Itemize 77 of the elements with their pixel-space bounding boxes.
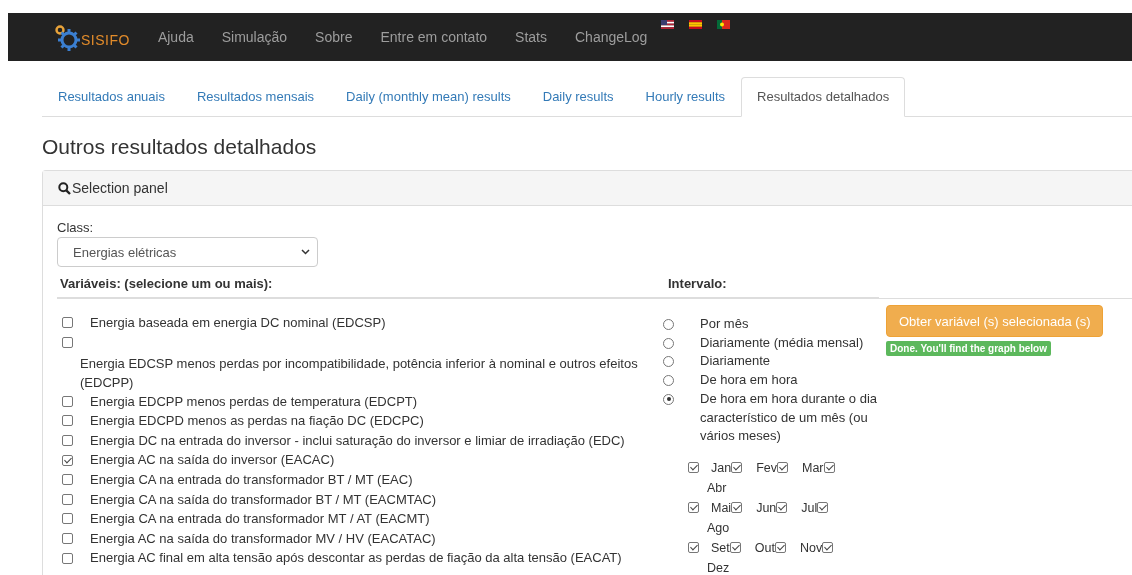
checkbox[interactable]: [774, 541, 786, 553]
checkbox[interactable]: [729, 541, 741, 553]
variable-label[interactable]: Energia CA na entrada do transformador MT / AT (EACMT): [90, 509, 430, 529]
nav-link[interactable]: ChangeLog: [561, 29, 662, 45]
checkbox[interactable]: [62, 454, 73, 466]
gear-logo-icon[interactable]: [54, 25, 80, 51]
interval-option[interactable]: Por mês: [700, 315, 879, 334]
flag-icon[interactable]: [717, 20, 731, 29]
class-select[interactable]: Energias elétricas: [57, 237, 318, 267]
flag-icon[interactable]: [689, 20, 703, 29]
variable-label[interactable]: Energia baseada em energia DC nominal (EDCSP): [90, 313, 386, 333]
variable-label[interactable]: Energia EDCPD menos as perdas na fiação DC (EDCPC): [90, 411, 424, 431]
nav-link[interactable]: Simulação: [207, 29, 302, 45]
checkbox[interactable]: [62, 415, 73, 427]
checkbox[interactable]: [62, 533, 73, 545]
variable-label[interactable]: Energia EDCSP menos perdas por incompatibilidade, potência inferior à nominal e outros efeitos (EDCPP): [80, 353, 650, 392]
month-label[interactable]: Jul: [801, 500, 818, 515]
interval-option[interactable]: De hora em hora durante o dia característico de um mês (ou vários meses): [700, 389, 879, 446]
checkbox[interactable]: [62, 336, 73, 348]
checkbox[interactable]: [62, 395, 73, 407]
brand-name[interactable]: SISIFO: [81, 32, 130, 48]
panel-title: Selection panel: [72, 180, 168, 196]
tab[interactable]: Resultados anuais: [42, 77, 181, 117]
month-label[interactable]: Jan: [711, 460, 732, 475]
checkbox[interactable]: [731, 461, 743, 473]
tab[interactable]: Hourly results: [629, 77, 741, 117]
month-label[interactable]: Fev: [756, 460, 777, 475]
flag-icon[interactable]: [661, 20, 675, 29]
interval-option[interactable]: Diariamente (média mensal): [700, 333, 879, 353]
class-label: Class:: [57, 220, 95, 235]
interval-option[interactable]: De hora em hora: [700, 371, 879, 390]
status-badge: Done. You'll find the graph below: [886, 341, 1051, 356]
variable-label[interactable]: Energia AC na saída do inversor (EACAC): [90, 450, 335, 470]
variable-label[interactable]: Energia DC na entrada do inversor - inclui saturação do inversor e limiar de irradiação (EDC): [90, 430, 625, 451]
tab[interactable]: Resultados detalhados: [741, 77, 906, 117]
variable-label[interactable]: Energia AC final em alta tensão após descontar as perdas de fiação da alta tensão (EACAT): [90, 548, 622, 568]
checkbox[interactable]: [62, 435, 73, 447]
checkbox[interactable]: [62, 513, 73, 525]
checkbox[interactable]: [731, 501, 743, 513]
variables-heading: Variáveis: (selecione um ou mais):: [60, 275, 273, 291]
checkbox[interactable]: [688, 461, 699, 473]
month-label[interactable]: Out: [754, 540, 775, 555]
month-label[interactable]: Nov: [799, 540, 823, 555]
variable-label[interactable]: Energia CA na saída do transformador BT / MT (EACMTAC): [90, 489, 437, 510]
month-label[interactable]: Dez: [707, 557, 888, 575]
interval-heading: Intervalo:: [668, 275, 727, 291]
checkbox[interactable]: [62, 474, 73, 486]
variable-label[interactable]: Energia EDCPP menos perdas de temperatura (EDCPT): [90, 391, 418, 412]
nav-link[interactable]: Ajuda: [143, 29, 208, 45]
chevron-down-icon: [301, 249, 310, 255]
nav-link[interactable]: Stats: [501, 29, 561, 45]
checkbox[interactable]: [688, 541, 699, 553]
checkbox[interactable]: [62, 493, 73, 505]
month-label[interactable]: Ago: [707, 517, 888, 538]
tab[interactable]: Daily results: [526, 77, 630, 117]
checkbox[interactable]: [62, 552, 73, 564]
tab[interactable]: Daily (monthly mean) results: [330, 77, 527, 117]
checkbox[interactable]: [688, 501, 699, 513]
month-label[interactable]: Mai: [711, 500, 732, 515]
variable-label[interactable]: Energia AC na saída do transformador MV / HV (EACATAC): [90, 528, 436, 549]
month-label[interactable]: Jun: [756, 500, 777, 515]
nav-link[interactable]: Sobre: [301, 29, 367, 45]
interval-option[interactable]: Diariamente: [700, 352, 879, 372]
nav-link[interactable]: Entre em contato: [366, 29, 502, 45]
month-label[interactable]: Abr: [707, 477, 888, 498]
month-label[interactable]: Set: [711, 540, 730, 555]
page-heading: Outros resultados detalhados: [42, 135, 318, 159]
variable-label[interactable]: Energia CA na entrada do transformador BT / MT (EAC): [90, 469, 413, 490]
checkbox[interactable]: [823, 461, 835, 473]
search-icon: [58, 181, 71, 195]
checkbox[interactable]: [777, 461, 788, 473]
checkbox[interactable]: [822, 541, 834, 553]
tab[interactable]: Resultados mensais: [180, 77, 331, 117]
checkbox[interactable]: [817, 501, 829, 513]
checkbox[interactable]: [62, 317, 73, 329]
month-label[interactable]: Mar: [802, 460, 824, 475]
checkbox[interactable]: [776, 501, 788, 513]
